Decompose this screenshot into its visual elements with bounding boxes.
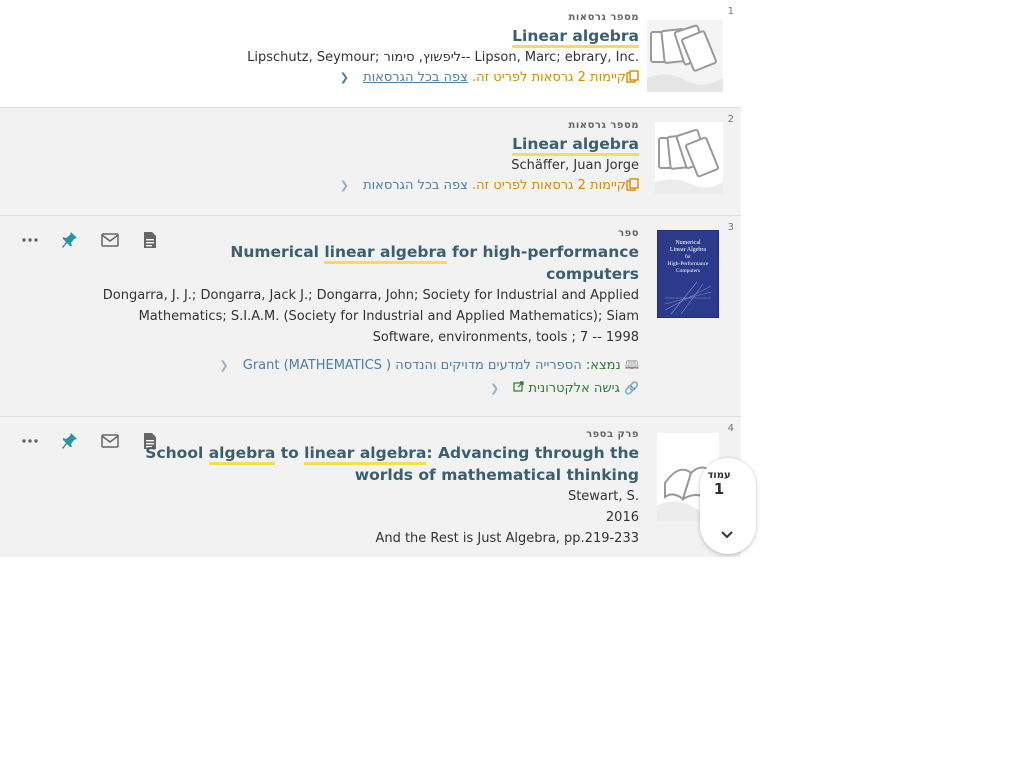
result-item: 1 מספר גרסאות Linear algebra Lipschutz, … <box>0 0 741 108</box>
result-authors: Lipschutz, Seymour; ליפשוץ, סימור-- Lips… <box>247 50 639 65</box>
result-authors: Schäffer, Juan Jorge <box>511 158 639 173</box>
svg-text:Linear Algebra: Linear Algebra <box>670 247 706 253</box>
more-icon[interactable] <box>10 230 50 250</box>
result-title[interactable]: Numerical linear algebra for high-perfor… <box>99 241 639 285</box>
svg-text:High-Performance: High-Performance <box>668 260 709 267</box>
pin-icon[interactable] <box>50 431 90 451</box>
svg-text:Computers: Computers <box>676 268 700 274</box>
page-indicator: עמוד 1 <box>700 458 756 554</box>
view-all-versions-link[interactable]: צפה בכל הגרסאות <box>363 70 468 85</box>
more-icon[interactable] <box>10 431 50 451</box>
result-type: פרק בספר <box>586 429 639 440</box>
svg-text:for: for <box>685 255 691 260</box>
result-item: 3 Numerical Linear Algebra for High-Perf… <box>0 216 741 417</box>
result-year: 2016 <box>605 510 639 525</box>
online-access-row: 🔗 גישה אלקטרונית ❮ <box>99 377 639 400</box>
pin-icon[interactable] <box>50 230 90 250</box>
result-publication: Software, environments, tools ; 7 -- 199… <box>372 330 639 345</box>
chevron-left-icon[interactable]: ❮ <box>340 179 349 192</box>
versions-icon <box>626 70 639 90</box>
location-book-icon: 🕮 <box>624 358 639 372</box>
results-list: 1 מספר גרסאות Linear algebra Lipschutz, … <box>0 0 741 557</box>
result-number: 4 <box>727 423 734 434</box>
location-label: נמצא: <box>585 358 621 373</box>
result-number: 2 <box>727 114 734 125</box>
location-value[interactable]: הספרייה למדעים מדויקים והנדסה Grant (MAT… <box>243 358 582 373</box>
result-source: And the Rest is Just Algebra, pp.219-233 <box>375 531 639 546</box>
result-item: 2 מספר גרסאות Linear algebra Schäffer, J… <box>0 108 741 216</box>
result-number: 1 <box>727 6 734 17</box>
chevron-left-icon[interactable]: ❮ <box>340 71 349 84</box>
book-cover[interactable]: Numerical Linear Algebra for High-Perfor… <box>656 229 720 322</box>
chevron-left-icon[interactable]: ❮ <box>490 382 499 395</box>
versions-text: קיימות 2 גרסאות לפריט זה. <box>472 70 626 85</box>
result-title[interactable]: Linear algebra <box>340 133 639 156</box>
result-type: ספר <box>618 228 639 239</box>
versions-row: קיימות 2 גרסאות לפריט זה. צפה בכל הגרסאו… <box>247 68 639 90</box>
result-item: 4 פרק בספר School algebra to linear alge… <box>0 417 741 557</box>
versions-row: קיימות 2 גרסאות לפריט זה. צפה בכל הגרסאו… <box>340 176 639 198</box>
multiple-versions-icon[interactable] <box>655 122 723 198</box>
page-label: עמוד <box>707 470 731 481</box>
external-link-icon <box>509 381 524 396</box>
page-number: 1 <box>713 480 725 498</box>
online-access-link[interactable]: גישה אלקטרונית <box>529 381 620 396</box>
chevron-left-icon[interactable]: ❮ <box>219 359 228 372</box>
chevron-down-icon[interactable] <box>720 525 734 544</box>
link-icon: 🔗 <box>624 381 639 395</box>
result-title[interactable]: Linear algebra <box>247 25 639 48</box>
result-author: Stewart, S. <box>567 489 639 504</box>
cover-title: Numerical <box>675 240 701 246</box>
result-type: מספר גרסאות <box>568 120 639 131</box>
result-title[interactable]: School algebra to linear algebra: Advanc… <box>99 442 639 486</box>
result-authors: Mathematics; S.I.A.M. (Society for Indus… <box>138 309 639 324</box>
view-all-versions-link[interactable]: צפה בכל הגרסאות <box>363 178 468 193</box>
versions-icon <box>626 178 639 198</box>
result-authors: Dongarra, J. J.; Dongarra, Jack J.; Dong… <box>102 288 639 303</box>
multiple-versions-icon[interactable] <box>647 20 723 92</box>
result-type: מספר גרסאות <box>568 12 639 23</box>
availability-row: 🕮 נמצא: הספרייה למדעים מדויקים והנדסה Gr… <box>99 354 639 377</box>
result-number: 3 <box>727 222 734 233</box>
versions-text: קיימות 2 גרסאות לפריט זה. <box>472 178 626 193</box>
